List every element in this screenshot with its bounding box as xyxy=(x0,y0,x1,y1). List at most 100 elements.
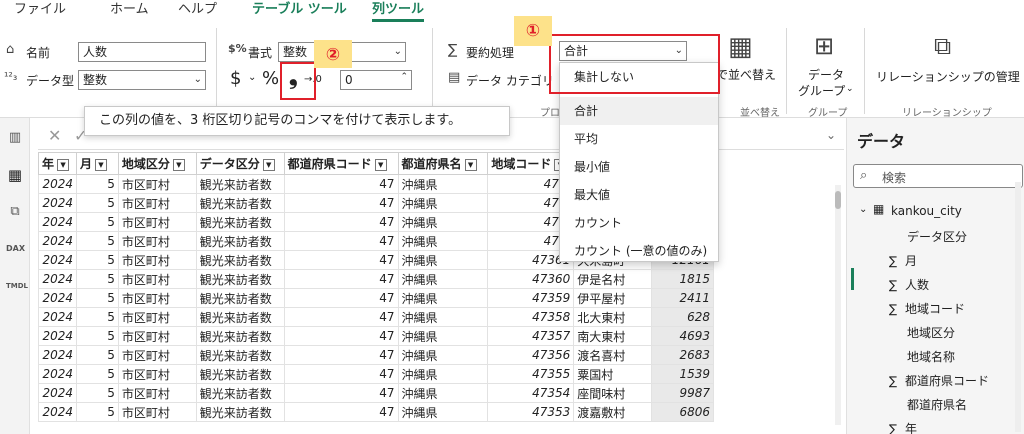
field-item[interactable]: 都道府県名 xyxy=(907,396,967,413)
field-item[interactable]: 地域名称 xyxy=(907,348,955,365)
datatype-select[interactable]: 整数 ⌄ xyxy=(78,70,206,90)
field-item[interactable]: ∑ 人数 xyxy=(889,276,929,293)
table-row: 2024 5 市区町村 観光来訪者数 47 沖縄県 47354 座間味村 9987 xyxy=(38,383,714,403)
table-cell: 市区町村 xyxy=(117,307,197,327)
filter-icon[interactable]: ▼ xyxy=(95,158,107,171)
sort-group-label: 並べ替え xyxy=(740,108,780,119)
dropdown-option[interactable]: 最大値 xyxy=(560,181,718,209)
table-cell: 47353 xyxy=(487,402,575,422)
sort-by-column-button[interactable]: で並べ替え xyxy=(716,66,776,83)
close-icon[interactable]: ✕ xyxy=(48,126,61,145)
dropdown-option[interactable]: カウント xyxy=(560,209,718,237)
tab-table-tools[interactable]: テーブル ツール xyxy=(252,0,347,22)
report-view-icon[interactable]: ▥ xyxy=(6,130,24,145)
chevron-down-icon[interactable]: ⌄ xyxy=(859,204,867,215)
column-header-label: 年 xyxy=(42,157,55,171)
table-cell: 観光来訪者数 xyxy=(195,212,285,232)
tab-help[interactable]: ヘルプ xyxy=(178,0,217,22)
dropdown-option[interactable]: 最小値 xyxy=(560,153,718,181)
column-header-label: 都道府県名 xyxy=(401,157,462,171)
column-header[interactable]: 都道府県コード ▼ xyxy=(283,152,399,175)
table-cell: 47 xyxy=(283,212,399,232)
data-groups-icon: ⊞ xyxy=(814,32,835,60)
currency-button[interactable]: $ xyxy=(230,68,241,89)
table-cell: 5 xyxy=(75,364,119,384)
tmdl-view-icon[interactable]: TMDL xyxy=(6,282,28,290)
scrollbar-thumb[interactable] xyxy=(835,191,841,209)
table-node[interactable]: kankou_city xyxy=(891,204,962,218)
table-cell: 5 xyxy=(75,231,119,251)
datatype-icon: ¹²₃ xyxy=(4,70,18,83)
table-cell: 沖縄県 xyxy=(397,345,489,365)
field-label: データ区分 xyxy=(907,230,968,244)
filter-icon[interactable]: ▼ xyxy=(374,158,387,171)
table-cell: 市区町村 xyxy=(117,364,197,384)
table-scrollbar[interactable] xyxy=(835,185,841,425)
table-cell: 南大東村 xyxy=(573,326,653,346)
table-cell: 沖縄県 xyxy=(397,364,489,384)
spin-up-icon[interactable]: ⌃ xyxy=(400,71,408,86)
model-view-icon[interactable]: ⧉ xyxy=(6,204,24,219)
dropdown-option[interactable]: 合計 xyxy=(560,97,718,125)
dropdown-option[interactable]: 平均 xyxy=(560,125,718,153)
table-cell: 沖縄県 xyxy=(397,212,489,232)
tab-column-tools[interactable]: 列ツール xyxy=(372,0,424,22)
table-cell: 市区町村 xyxy=(117,402,197,422)
percent-button[interactable]: % xyxy=(262,68,279,89)
table-cell: 市区町村 xyxy=(117,174,197,194)
field-label: 地域コード xyxy=(905,302,966,316)
manage-relationships-button[interactable]: リレーションシップの管理 xyxy=(876,68,1020,85)
table-cell: 沖縄県 xyxy=(397,383,489,403)
divider xyxy=(786,28,787,114)
table-cell: 47357 xyxy=(487,326,575,346)
properties-group-label: プロ xyxy=(540,108,560,119)
table-cell: 5 xyxy=(75,174,119,194)
data-groups-button-line2[interactable]: グループ xyxy=(798,82,845,99)
filter-icon[interactable]: ▼ xyxy=(172,158,185,171)
column-header-label: データ区分 xyxy=(199,157,260,171)
field-item[interactable]: 地域区分 xyxy=(907,324,955,341)
chevron-down-icon[interactable]: ⌄ xyxy=(846,84,854,94)
table-cell: 47 xyxy=(283,402,399,422)
table-cell: 2024 xyxy=(38,174,77,194)
field-item[interactable]: データ区分 xyxy=(907,228,967,245)
filter-icon[interactable]: ▼ xyxy=(57,158,70,171)
column-header-label: 都道府県コード xyxy=(287,157,372,171)
sigma-icon: ∑ xyxy=(448,42,458,58)
table-cell: 5 xyxy=(75,250,119,270)
column-header-label: 地域コード xyxy=(491,157,552,171)
table-cell: 2024 xyxy=(38,250,77,270)
field-item[interactable]: ∑ 月 xyxy=(889,252,917,269)
field-label: 年 xyxy=(905,422,918,434)
field-item[interactable]: ∑ 地域コード xyxy=(889,300,965,317)
chevron-down-icon[interactable]: ⌄ xyxy=(826,128,836,142)
annotation-badge-2: ② xyxy=(314,40,352,68)
scrollbar[interactable] xyxy=(1015,182,1021,432)
table-view-icon[interactable]: ▦ xyxy=(6,166,24,184)
chevron-down-icon[interactable]: ⌄ xyxy=(248,72,256,83)
table-cell: 9987 xyxy=(651,383,714,403)
data-groups-button-line1[interactable]: データ xyxy=(808,66,844,83)
field-item[interactable]: ∑ 都道府県コード xyxy=(889,372,989,389)
table-cell: 観光来訪者数 xyxy=(195,326,285,346)
decimal-places-input[interactable]: 0 ⌃ xyxy=(340,70,412,90)
tab-home[interactable]: ホーム xyxy=(110,0,149,22)
filter-icon[interactable]: ▼ xyxy=(464,158,477,171)
table-cell: 5 xyxy=(75,326,119,346)
table-cell: 市区町村 xyxy=(117,383,197,403)
format-label: 書式 xyxy=(248,46,273,60)
column-header[interactable]: 地域区分 ▼ xyxy=(117,152,197,175)
tab-file[interactable]: ファイル xyxy=(14,0,66,22)
table-cell: 市区町村 xyxy=(117,231,197,251)
search-input[interactable]: ⌕ 検索 xyxy=(853,164,1023,188)
dax-query-icon[interactable]: DAX xyxy=(6,244,25,253)
column-header[interactable]: データ区分 ▼ xyxy=(195,152,285,175)
column-header[interactable]: 都道府県名 ▼ xyxy=(397,152,489,175)
field-item[interactable]: ∑ 年 xyxy=(889,420,917,434)
column-header[interactable]: 月 ▼ xyxy=(75,152,119,175)
column-header[interactable]: 年 ▼ xyxy=(38,152,77,175)
table-cell: 観光来訪者数 xyxy=(195,269,285,289)
filter-icon[interactable]: ▼ xyxy=(262,158,275,171)
dropdown-option[interactable]: カウント (一意の値のみ) xyxy=(560,237,718,265)
name-input[interactable]: 人数 xyxy=(78,42,206,62)
